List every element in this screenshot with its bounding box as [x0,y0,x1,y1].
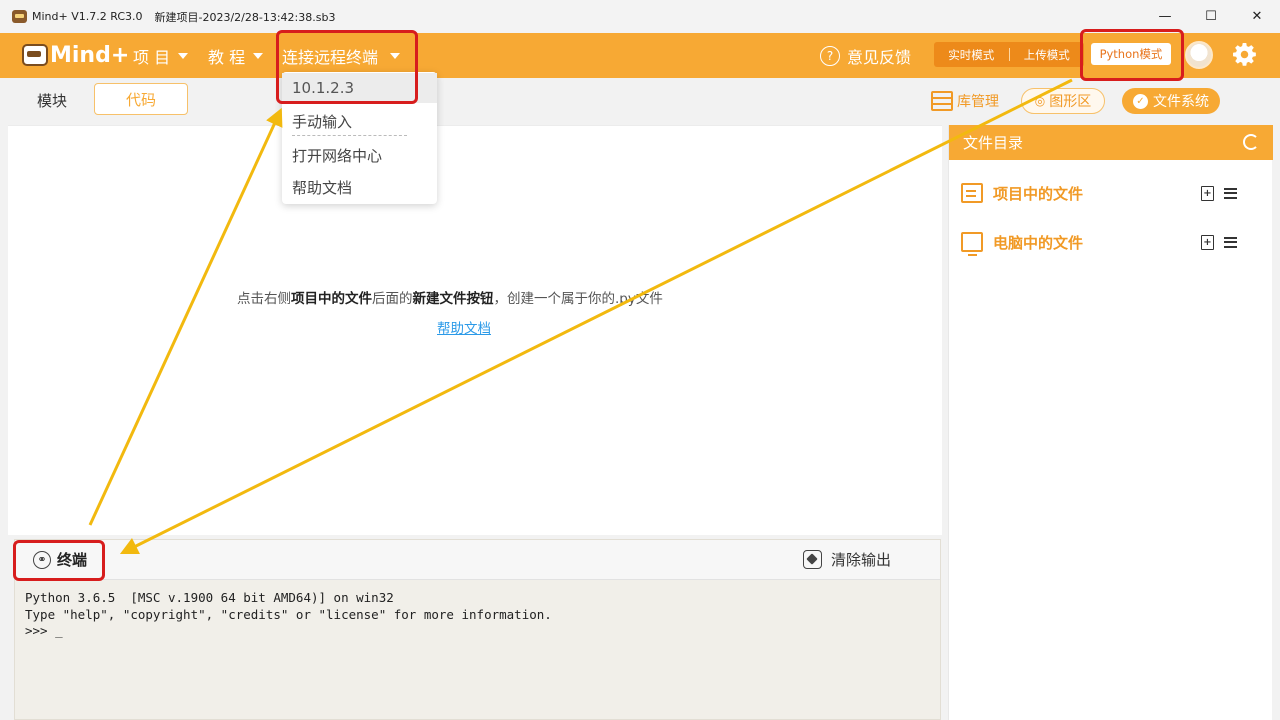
avatar[interactable] [1185,41,1213,69]
refresh-icon[interactable] [1243,134,1259,150]
menu-icon[interactable] [1224,236,1237,248]
terminal-title[interactable]: ⚭ 终端 [33,549,87,570]
clear-output-label: 清除输出 [831,551,892,569]
dropdown-item-help-docs[interactable]: 帮助文档 [282,172,437,202]
mindplus-logo: Mind+ [22,39,129,71]
menu-icon[interactable] [1224,187,1237,199]
feedback-label: 意见反馈 [847,47,912,67]
mode-switch: 实时模式 上传模式 [934,42,1084,67]
terminal-line: Python 3.6.5 [MSC v.1900 64 bit AMD64)] … [25,590,394,605]
chevron-down-icon [253,52,264,59]
minimize-button[interactable]: — [1142,0,1188,33]
main-menubar: Mind+ 项 目 教 程 连接远程终端 ? 意见反馈 实时模式 上传模式 [0,33,1280,78]
file-panel-title: 文件目录 [963,134,1024,152]
menu-connect-label: 连接远程终端 [282,47,379,67]
terminal-prompt: >>> _ [25,623,63,638]
window-titlebar: Mind+ V1.7.2 RC3.0 新建项目-2023/2/28-13:42:… [0,0,1280,33]
menu-tutorial-label: 教 程 [208,47,246,67]
hint-new-file-button: 新建文件按钮 [412,291,494,307]
upload-mode-button[interactable]: 上传模式 [1010,47,1085,63]
chevron-down-icon [390,52,401,59]
graphics-area-button[interactable]: ◎ 图形区 [1021,88,1105,114]
project-files-row[interactable]: 项目中的文件 + [961,180,1261,206]
dropdown-item-network-center[interactable]: 打开网络中心 [282,140,437,170]
close-button[interactable]: ✕ [1234,0,1280,33]
menu-tutorial[interactable]: 教 程 [208,33,264,78]
hint-project-files: 项目中的文件 [291,291,372,307]
file-panel-header: 文件目录 [949,125,1273,160]
tab-code[interactable]: 代码 [94,83,188,115]
empty-editor-hint: 点击右侧项目中的文件后面的新建文件按钮，创建一个属于你的.py文件 [237,287,663,307]
check-icon: ✓ [1133,93,1148,109]
app-title: Mind+ V1.7.2 RC3.0 [32,10,143,23]
new-file-icon[interactable]: + [1201,234,1214,250]
computer-files-row[interactable]: 电脑中的文件 + [961,229,1261,256]
file-system-button[interactable]: ✓ 文件系统 [1122,88,1220,114]
library-label: 库管理 [957,94,999,110]
feedback-button[interactable]: ? 意见反馈 [820,33,911,78]
new-file-icon[interactable]: + [1201,185,1214,201]
library-icon [931,91,953,111]
eraser-icon [803,550,822,569]
computer-files-label: 电脑中的文件 [993,233,1084,252]
tab-modules[interactable]: 模块 [22,86,82,114]
file-system-label: 文件系统 [1153,94,1209,110]
logo-text: Mind+ [50,42,130,68]
gear-icon[interactable] [1232,42,1257,67]
hint-text: ，创建一个属于你的.py文件 [493,291,663,307]
terminal-line: Type "help", "copyright", "credits" or "… [25,606,552,622]
python-mode-button[interactable]: Python模式 [1091,43,1171,65]
chevron-down-icon [178,52,189,59]
app-icon [12,10,27,23]
maximize-button[interactable]: ☐ [1188,0,1234,33]
project-files-label: 项目中的文件 [993,184,1084,203]
hint-text: 点击右侧 [237,291,291,307]
question-icon: ? [820,45,840,66]
monitor-icon [961,232,983,256]
help-docs-link[interactable]: 帮助文档 [437,317,491,337]
hint-text: 后面的 [372,291,413,307]
target-icon: ◎ [1034,94,1046,108]
terminal-output[interactable]: Python 3.6.5 [MSC v.1900 64 bit AMD64)] … [25,590,552,640]
editor-toolbar: 模块 代码 库管理 ◎ 图形区 ✓ 文件系统 [0,78,1280,122]
menu-project-label: 项 目 [133,47,171,67]
project-title: 新建项目-2023/2/28-13:42:38.sb3 [154,10,336,24]
menu-project[interactable]: 项 目 [133,33,189,78]
realtime-mode-button[interactable]: 实时模式 [934,47,1009,63]
dropdown-item-manual-input[interactable]: 手动输入 [282,106,437,136]
clear-output-button[interactable]: 清除输出 [803,549,891,570]
terminal-header: ⚭ 终端 清除输出 [15,540,940,580]
remote-terminal-dropdown: 10.1.2.3 手动输入 打开网络中心 帮助文档 [282,72,437,204]
robot-logo-icon [22,44,48,66]
terminal-title-label: 终端 [57,551,88,569]
library-manager-button[interactable]: 库管理 [931,90,999,112]
graphics-label: 图形区 [1049,94,1092,110]
dropdown-divider [292,135,407,136]
dropdown-item-ip[interactable]: 10.1.2.3 [282,73,437,103]
file-directory-panel: 文件目录 项目中的文件 + 电脑中的文件 + [948,125,1273,720]
terminal-panel: ⚭ 终端 清除输出 Python 3.6.5 [MSC v.1900 64 bi… [14,539,941,720]
link-icon: ⚭ [33,550,51,569]
folder-icon [961,183,983,203]
